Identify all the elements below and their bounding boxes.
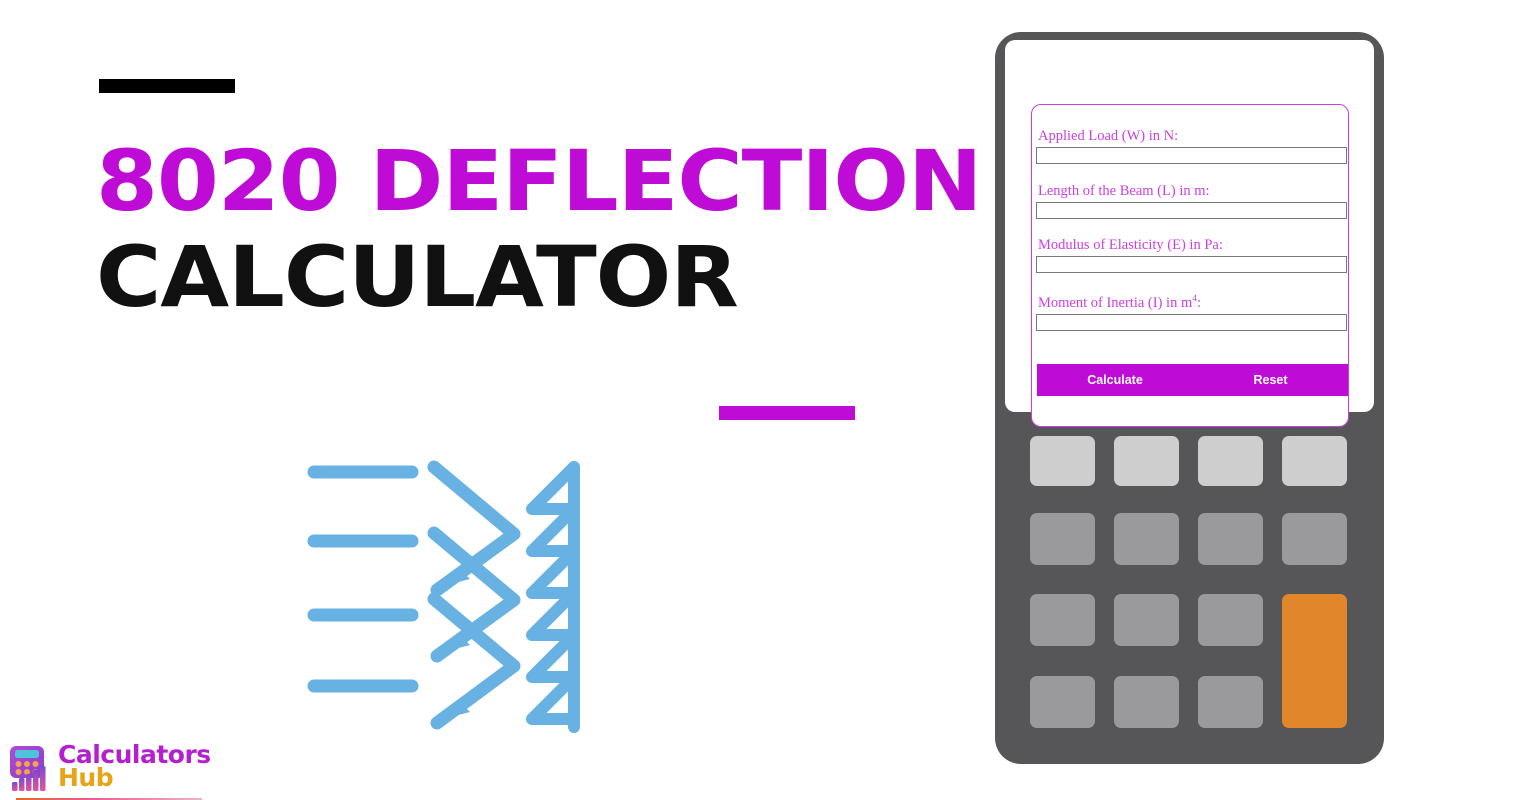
keypad-key-r1c4[interactable] <box>1282 436 1347 486</box>
keypad-key-r1c2[interactable] <box>1114 436 1179 486</box>
hero-panel: 8020 DEFLECTION CALCULATOR <box>0 0 983 800</box>
page-title-line-1: 8020 DEFLECTION <box>96 132 983 230</box>
applied-load-input[interactable] <box>1036 146 1347 164</box>
hatch-triangle-3 <box>526 545 580 599</box>
keypad-key-equals-accent[interactable] <box>1282 594 1347 728</box>
deflection-zigzag-group <box>427 460 521 730</box>
keypad-key-r4c3[interactable] <box>1198 676 1263 728</box>
hatch-triangle-4 <box>526 587 580 641</box>
page-title: 8020 DEFLECTION CALCULATOR <box>96 139 983 320</box>
deflection-calculator-form: Applied Load (W) in N: Length of the Bea… <box>1031 104 1349 427</box>
modulus-elasticity-input[interactable] <box>1036 255 1347 273</box>
beam-length-input[interactable] <box>1036 201 1347 219</box>
reset-button[interactable]: Reset <box>1193 364 1348 396</box>
moment-inertia-label: Moment of Inertia (I) in m4: <box>1038 294 1348 312</box>
page-title-line-2: CALCULATOR <box>96 228 739 327</box>
field-group-modulus-elasticity: Modulus of Elasticity (E) in Pa: <box>1036 237 1348 273</box>
fixed-wall-hatching <box>526 461 580 733</box>
form-action-bar: Calculate Reset <box>1037 364 1348 396</box>
moment-inertia-label-suffix: : <box>1196 295 1201 311</box>
calculate-button[interactable]: Calculate <box>1037 364 1193 396</box>
moment-inertia-input[interactable] <box>1036 313 1347 331</box>
hatch-triangle-6 <box>526 671 580 725</box>
keypad-key-r2c3[interactable] <box>1198 513 1263 565</box>
hatch-triangle-5 <box>526 629 580 683</box>
calculator-device: Applied Load (W) in N: Length of the Bea… <box>995 32 1384 764</box>
black-accent-dash <box>99 79 235 93</box>
calculator-screen: Applied Load (W) in N: Length of the Bea… <box>1005 40 1374 427</box>
keypad-key-r2c4[interactable] <box>1282 513 1347 565</box>
field-group-beam-length: Length of the Beam (L) in m: <box>1036 183 1348 219</box>
load-bars-group <box>307 465 419 693</box>
field-group-applied-load: Applied Load (W) in N: <box>1036 128 1348 164</box>
keypad-key-r3c3[interactable] <box>1198 594 1263 646</box>
beam-length-label: Length of the Beam (L) in m: <box>1038 183 1210 199</box>
keypad-key-r1c3[interactable] <box>1198 436 1263 486</box>
magenta-accent-dash <box>719 406 855 420</box>
zigzag-lower <box>427 592 521 730</box>
brand-logo-text: Calculators Hub <box>58 742 211 790</box>
keypad-key-r4c2[interactable] <box>1114 676 1179 728</box>
applied-load-label: Applied Load (W) in N: <box>1038 128 1179 144</box>
keypad-key-r4c1[interactable] <box>1030 676 1095 728</box>
hatch-triangle-1 <box>526 461 580 515</box>
keypad-key-r3c2[interactable] <box>1114 594 1179 646</box>
calculator-bars-logo-icon <box>10 746 46 791</box>
keypad-key-r3c1[interactable] <box>1030 594 1095 646</box>
keypad-key-r2c2[interactable] <box>1114 513 1179 565</box>
keypad-key-r1c1[interactable] <box>1030 436 1095 486</box>
keypad-key-r2c1[interactable] <box>1030 513 1095 565</box>
calculator-keypad <box>1030 436 1348 732</box>
beam-deflection-icon <box>307 460 580 733</box>
moment-inertia-label-prefix: Moment of Inertia (I) in m <box>1038 295 1193 311</box>
hatch-triangle-2 <box>526 503 580 557</box>
brand-logo[interactable]: Calculators Hub <box>6 742 211 800</box>
field-group-moment-inertia: Moment of Inertia (I) in m4: <box>1036 294 1348 331</box>
modulus-elasticity-label: Modulus of Elasticity (E) in Pa: <box>1038 237 1223 253</box>
